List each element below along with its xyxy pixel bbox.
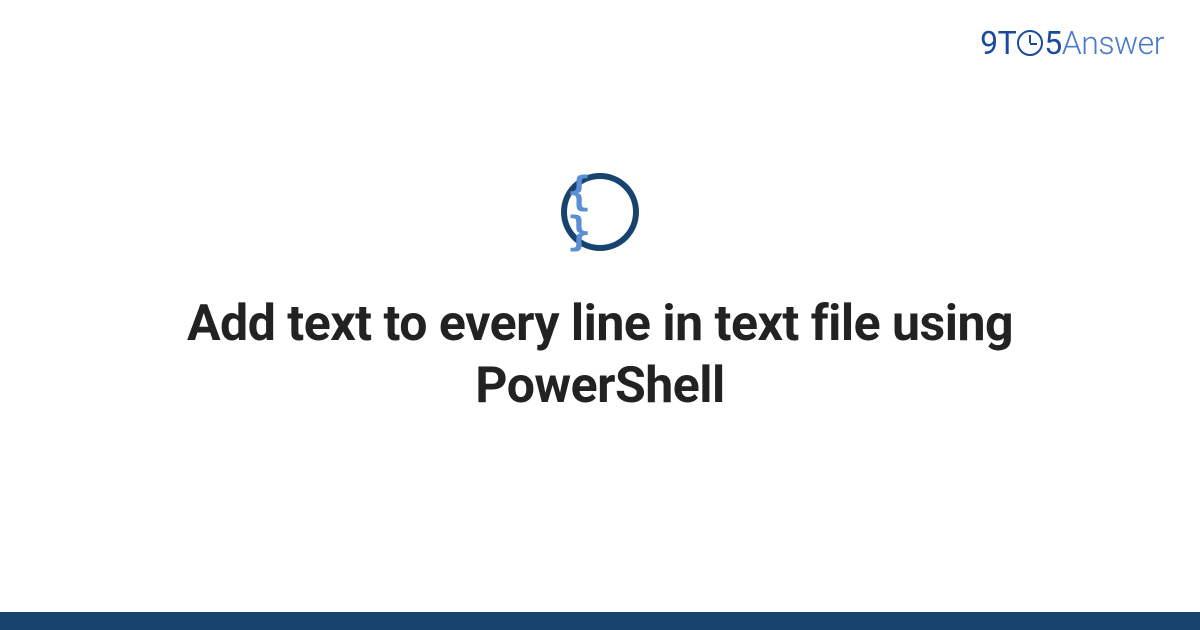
- main-content: { } Add text to every line in text file …: [0, 0, 1200, 630]
- site-logo: 9T 5 Answer: [980, 24, 1164, 62]
- footer-bar: [0, 612, 1200, 630]
- logo-text-5: 5: [1044, 24, 1061, 62]
- code-braces-icon: { }: [567, 172, 633, 252]
- logo-text-9t: 9T: [980, 24, 1016, 62]
- page-title: Add text to every line in text file usin…: [120, 293, 1080, 418]
- code-icon-circle: { }: [561, 173, 639, 251]
- logo-text-answer: Answer: [1062, 24, 1164, 62]
- clock-icon: [1017, 30, 1043, 56]
